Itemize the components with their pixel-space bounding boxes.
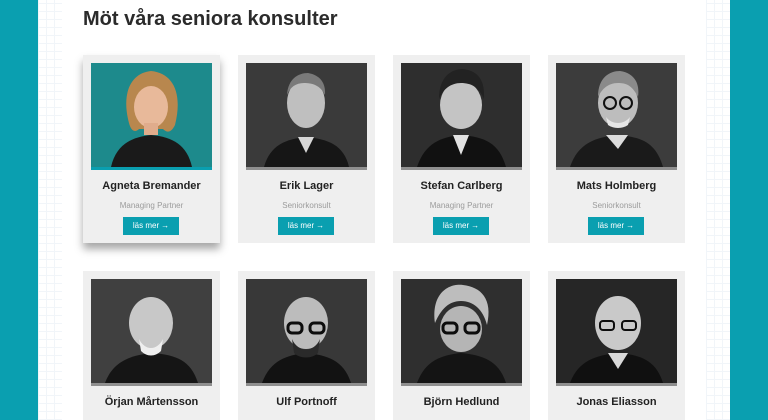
- consultant-name: Örjan Mårtensson: [104, 396, 199, 408]
- read-more-button[interactable]: läs mer →: [123, 217, 179, 235]
- arrow-right-icon: →: [471, 221, 480, 230]
- content-page: Möt våra seniora konsulter Agneta Breman…: [38, 0, 730, 420]
- consultant-name: Agneta Bremander: [102, 180, 201, 192]
- consultant-name: Jonas Eliasson: [576, 396, 657, 408]
- consultant-photo[interactable]: [556, 63, 677, 170]
- consultant-photo[interactable]: [91, 63, 212, 170]
- read-more-button[interactable]: läs mer →: [433, 217, 489, 235]
- read-more-label: läs mer: [132, 221, 160, 230]
- consultant-photo[interactable]: [246, 279, 367, 386]
- consultant-role: Managing Partner: [119, 201, 184, 210]
- consultant-name: Stefan Carlberg: [420, 180, 503, 192]
- consultant-name: Ulf Portnoff: [276, 396, 337, 408]
- read-more-label: läs mer: [287, 221, 315, 230]
- consultant-photo[interactable]: [401, 63, 522, 170]
- arrow-right-icon: →: [161, 221, 170, 230]
- page-title: Möt våra seniora konsulter: [83, 8, 338, 30]
- consultant-role: Managing Partner: [429, 201, 494, 210]
- consultant-card[interactable]: Erik Lager Seniorkonsult läs mer →: [238, 55, 375, 243]
- arrow-right-icon: →: [316, 221, 325, 230]
- consultant-name: Björn Hedlund: [423, 396, 500, 408]
- consultant-card[interactable]: Mats Holmberg Seniorkonsult läs mer →: [548, 55, 685, 243]
- consultant-photo[interactable]: [246, 63, 367, 170]
- consultant-card[interactable]: Stefan Carlberg Managing Partner läs mer…: [393, 55, 530, 243]
- consultant-photo[interactable]: [556, 279, 677, 386]
- read-more-button[interactable]: läs mer →: [588, 217, 644, 235]
- consultant-role: Seniorkonsult: [282, 201, 331, 210]
- consultant-role: Seniorkonsult: [592, 201, 641, 210]
- consultant-name: Mats Holmberg: [576, 180, 657, 192]
- consultant-card[interactable]: Ulf Portnoff: [238, 271, 375, 420]
- arrow-right-icon: →: [626, 221, 635, 230]
- consultant-card[interactable]: Jonas Eliasson: [548, 271, 685, 420]
- read-more-label: läs mer: [597, 221, 625, 230]
- read-more-label: läs mer: [442, 221, 470, 230]
- consultant-card[interactable]: Agneta Bremander Managing Partner läs me…: [83, 55, 220, 243]
- consultant-photo[interactable]: [91, 279, 212, 386]
- consultant-name: Erik Lager: [279, 180, 334, 192]
- consultant-card[interactable]: Björn Hedlund: [393, 271, 530, 420]
- consultant-card[interactable]: Örjan Mårtensson: [83, 271, 220, 420]
- read-more-button[interactable]: läs mer →: [278, 217, 334, 235]
- consultant-photo[interactable]: [401, 279, 522, 386]
